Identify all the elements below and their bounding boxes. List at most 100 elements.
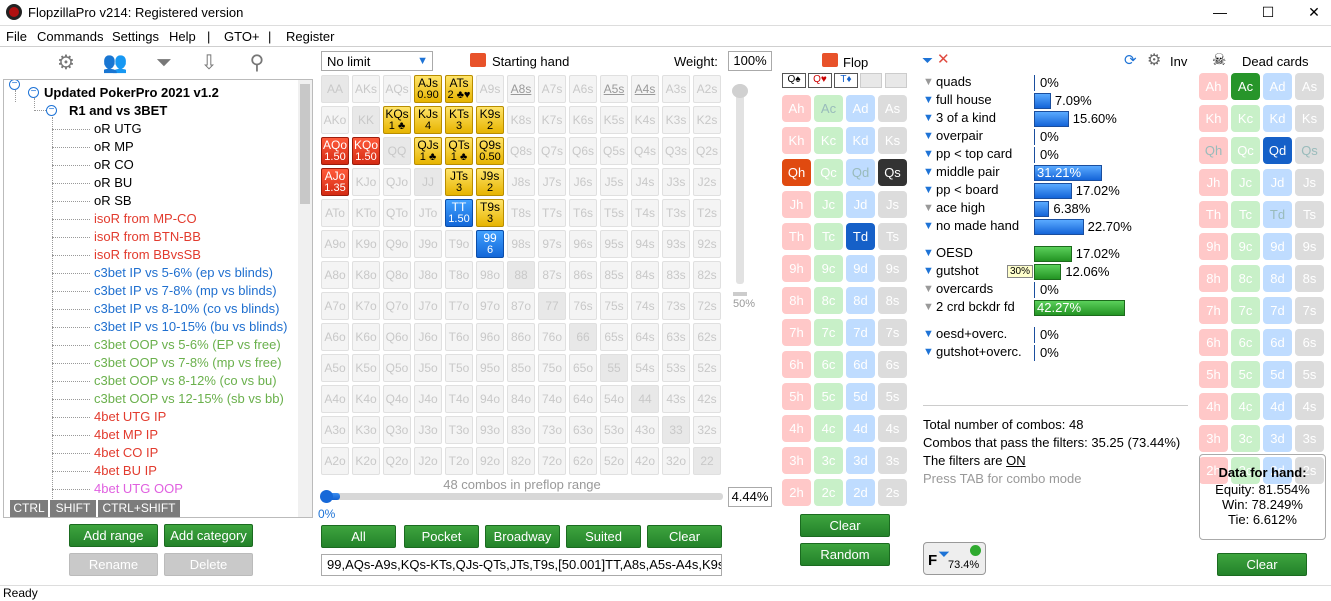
card-qs[interactable]: Qs — [878, 159, 907, 186]
filter-icon[interactable]: ▼ — [923, 94, 934, 106]
hand-cell-a2o[interactable]: A2o — [321, 447, 349, 475]
hand-cell-a4o[interactable]: A4o — [321, 385, 349, 413]
hand-cell-k2o[interactable]: K2o — [352, 447, 380, 475]
card-9c[interactable]: 9c — [1231, 233, 1260, 260]
hand-cell-q5s[interactable]: Q5s — [600, 137, 628, 165]
tree-item[interactable]: c3bet OOP vs 12-15% (sb vs bb) — [94, 391, 284, 406]
gear-icon[interactable]: ⚙ — [1147, 50, 1161, 70]
hand-cell-j8o[interactable]: J8o — [414, 261, 442, 289]
card-kd[interactable]: Kd — [846, 127, 875, 154]
hand-cell-42s[interactable]: 42s — [693, 385, 721, 413]
card-6d[interactable]: 6d — [1263, 329, 1292, 356]
settings-gear-icon[interactable]: ⚙ — [52, 52, 80, 76]
tree-item[interactable]: isoR from BBvsSB — [94, 247, 201, 262]
clear-range-button[interactable]: Clear — [647, 525, 722, 548]
hand-cell-k9o[interactable]: K9o — [352, 230, 380, 258]
card-jd[interactable]: Jd — [846, 191, 875, 218]
hand-cell-t6s[interactable]: T6s — [569, 199, 597, 227]
hand-cell-53o[interactable]: 53o — [600, 416, 628, 444]
hand-cell-a7s[interactable]: A7s — [538, 75, 566, 103]
hand-cell-88[interactable]: 88 — [507, 261, 535, 289]
hand-cell-43o[interactable]: 43o — [631, 416, 659, 444]
suit-filter-empty[interactable] — [885, 73, 907, 88]
hand-cell-a7o[interactable]: A7o — [321, 292, 349, 320]
filter-icon[interactable]: ▼ — [923, 148, 934, 160]
mod-shift[interactable]: SHIFT — [50, 500, 96, 517]
card-th[interactable]: Th — [782, 223, 811, 250]
card-kd[interactable]: Kd — [1263, 105, 1292, 132]
collapse-icon[interactable]: − — [46, 105, 57, 116]
filter-icon[interactable]: ▼ — [923, 265, 934, 277]
hand-cell-72o[interactable]: 72o — [538, 447, 566, 475]
hand-cell-87s[interactable]: 87s — [538, 261, 566, 289]
tree-item[interactable]: 4bet UTG IP — [94, 409, 166, 424]
hand-cell-a6o[interactable]: A6o — [321, 323, 349, 351]
hand-cell-q7s[interactable]: Q7s — [538, 137, 566, 165]
card-ad[interactable]: Ad — [1263, 73, 1292, 100]
tree-item[interactable]: 4bet CO IP — [94, 445, 158, 460]
hand-cell-q4s[interactable]: Q4s — [631, 137, 659, 165]
tree-item[interactable]: c3bet OOP vs 5-6% (EP vs free) — [94, 337, 281, 352]
hand-cell-j2s[interactable]: J2s — [693, 168, 721, 196]
card-5d[interactable]: 5d — [1263, 361, 1292, 388]
hand-cell-92s[interactable]: 92s — [693, 230, 721, 258]
hand-cell-a9s[interactable]: A9s — [476, 75, 504, 103]
card-4h[interactable]: 4h — [782, 415, 811, 442]
collapse-icon[interactable]: − — [9, 80, 20, 90]
hand-cell-55[interactable]: 55 — [600, 354, 628, 382]
card-5s[interactable]: 5s — [878, 383, 907, 410]
card-8d[interactable]: 8d — [846, 287, 875, 314]
card-ts[interactable]: Ts — [878, 223, 907, 250]
hand-cell-k7s[interactable]: K7s — [538, 106, 566, 134]
hand-cell-a3s[interactable]: A3s — [662, 75, 690, 103]
tree-item[interactable]: c3bet OOP vs 8-12% (co vs bu) — [94, 373, 277, 388]
filter-icon[interactable]: ▼ — [923, 112, 934, 124]
card-6d[interactable]: 6d — [846, 351, 875, 378]
card-3h[interactable]: 3h — [1199, 425, 1228, 452]
card-ah[interactable]: Ah — [782, 95, 811, 122]
tree-item[interactable]: c3bet IP vs 10-15% (bu vs blinds) — [94, 319, 287, 334]
suit-filter-qs[interactable]: Q♠ — [782, 73, 806, 88]
mod-ctrl[interactable]: CTRL — [10, 500, 48, 517]
card-6h[interactable]: 6h — [1199, 329, 1228, 356]
hand-cell-t8s[interactable]: T8s — [507, 199, 535, 227]
hand-cell-65s[interactable]: 65s — [600, 323, 628, 351]
hand-cell-63s[interactable]: 63s — [662, 323, 690, 351]
hand-cell-98s[interactable]: 98s — [507, 230, 535, 258]
hand-cell-t3s[interactable]: T3s — [662, 199, 690, 227]
card-4h[interactable]: 4h — [1199, 393, 1228, 420]
card-qc[interactable]: Qc — [814, 159, 843, 186]
card-ac[interactable]: Ac — [1231, 73, 1260, 100]
tree-item[interactable]: 4bet UTG OOP — [94, 481, 183, 496]
clear-filter-icon[interactable]: ✕ — [937, 50, 950, 68]
hand-cell-k7o[interactable]: K7o — [352, 292, 380, 320]
hand-cell-kts[interactable]: KTs 3 — [445, 106, 473, 134]
hand-cell-a4s[interactable]: A4s — [631, 75, 659, 103]
hand-cell-76s[interactable]: 76s — [569, 292, 597, 320]
filter-icon[interactable]: ⏷ — [922, 52, 933, 69]
hand-cell-q6s[interactable]: Q6s — [569, 137, 597, 165]
add-category-button[interactable]: Add category — [164, 524, 253, 547]
hand-cell-j4o[interactable]: J4o — [414, 385, 442, 413]
hand-cell-t8o[interactable]: T8o — [445, 261, 473, 289]
hand-cell-a8o[interactable]: A8o — [321, 261, 349, 289]
card-ts[interactable]: Ts — [1295, 201, 1324, 228]
card-8d[interactable]: 8d — [1263, 265, 1292, 292]
hand-cell-a9o[interactable]: A9o — [321, 230, 349, 258]
card-qd[interactable]: Qd — [1263, 137, 1292, 164]
hand-cell-96s[interactable]: 96s — [569, 230, 597, 258]
hand-cell-k8o[interactable]: K8o — [352, 261, 380, 289]
hand-cell-52s[interactable]: 52s — [693, 354, 721, 382]
hand-cell-22[interactable]: 22 — [693, 447, 721, 475]
hand-cell-kqs[interactable]: KQs 1 ♣ — [383, 106, 411, 134]
hand-cell-ats[interactable]: ATs 2 ♣♥ — [445, 75, 473, 103]
card-jd[interactable]: Jd — [1263, 169, 1292, 196]
hand-cell-jts[interactable]: JTs 3 — [445, 168, 473, 196]
hand-cell-q8o[interactable]: Q8o — [383, 261, 411, 289]
card-qc[interactable]: Qc — [1231, 137, 1260, 164]
card-5s[interactable]: 5s — [1295, 361, 1324, 388]
hand-cell-42o[interactable]: 42o — [631, 447, 659, 475]
hand-cell-jto[interactable]: JTo — [414, 199, 442, 227]
card-tc[interactable]: Tc — [814, 223, 843, 250]
hand-cell-53s[interactable]: 53s — [662, 354, 690, 382]
